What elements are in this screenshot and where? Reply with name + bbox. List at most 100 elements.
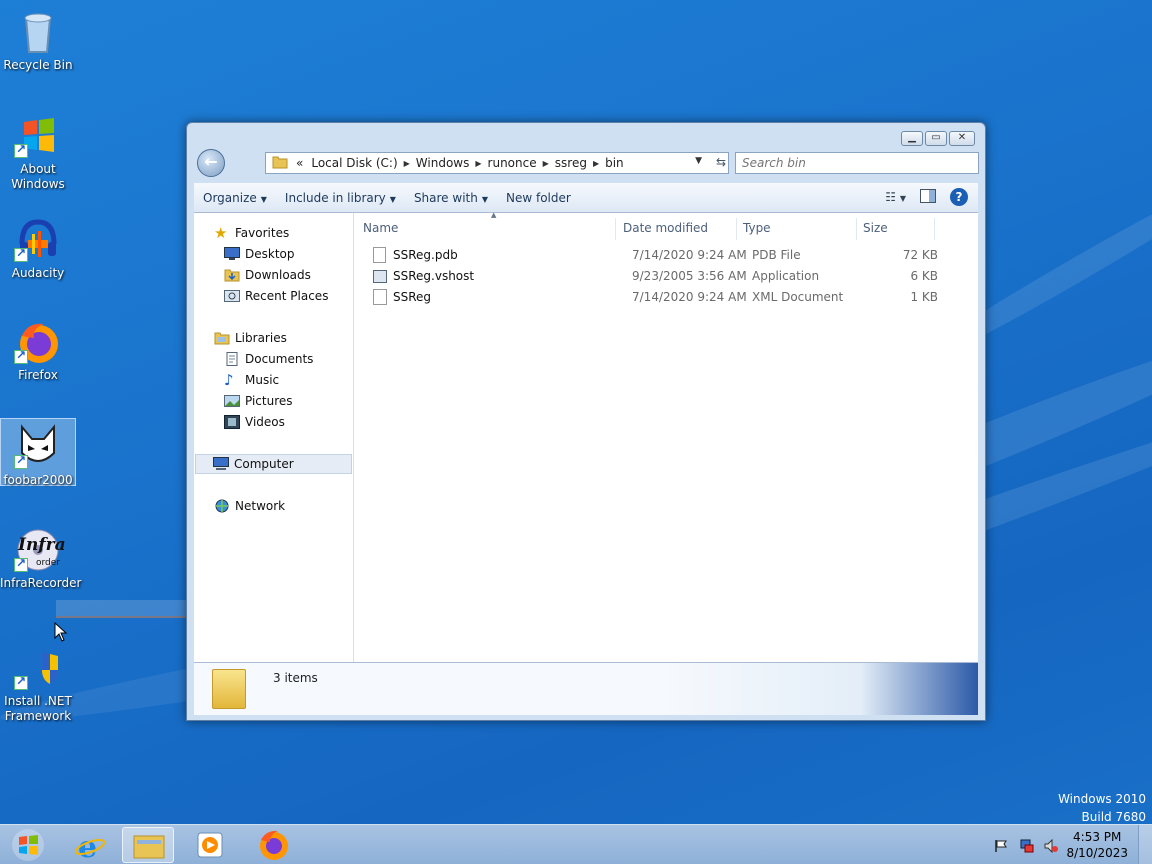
watermark-version: Windows 2010 xyxy=(1058,792,1146,806)
desktop-icon-install-dotnet[interactable]: Install .NET Framework xyxy=(0,640,76,724)
file-date: 9/23/2005 3:56 AM xyxy=(632,269,747,283)
back-button[interactable]: ← xyxy=(197,149,225,177)
file-name: SSReg.vshost xyxy=(393,269,475,283)
preview-pane-icon[interactable] xyxy=(920,188,936,206)
desktop-icon-audacity[interactable]: Audacity xyxy=(0,212,76,281)
nav-desktop-label: Desktop xyxy=(245,247,295,261)
desktop-icon-label: Firefox xyxy=(18,368,58,382)
nav-pictures-label: Pictures xyxy=(245,394,293,408)
nav-libraries[interactable]: Libraries xyxy=(214,328,287,348)
show-desktop-button[interactable] xyxy=(1138,825,1152,864)
desktop-icon-about-windows[interactable]: About Windows xyxy=(0,108,76,192)
taskbar-internet-explorer[interactable]: e xyxy=(64,827,116,864)
breadcrumb-chevron-icon[interactable]: ▶ xyxy=(541,159,551,168)
organize-button[interactable]: Organize ▼ xyxy=(194,191,276,205)
music-note-icon: ♪ xyxy=(224,371,234,389)
explorer-window[interactable]: ▁ ▭ ✕ ← « Local Disk (C:) ▶ Windows ▶ ru… xyxy=(186,122,986,721)
media-player-icon xyxy=(197,832,223,858)
maximize-button[interactable]: ▭ xyxy=(925,131,947,146)
internet-explorer-icon: e xyxy=(74,830,106,864)
file-size: 72 KB xyxy=(902,248,938,262)
infrarecorder-logo-text: Infra xyxy=(18,535,66,555)
close-button[interactable]: ✕ xyxy=(949,131,975,146)
item-count: 3 items xyxy=(273,671,318,685)
breadcrumb-ssreg[interactable]: ssreg xyxy=(551,156,591,170)
taskbar-media-player[interactable] xyxy=(184,827,236,863)
dotnet-installer-icon xyxy=(14,644,62,692)
system-clock[interactable]: 4:53 PM 8/10/2023 xyxy=(1066,829,1128,861)
computer-icon xyxy=(213,457,229,471)
taskbar-windows-explorer[interactable] xyxy=(122,827,174,863)
breadcrumb-bin[interactable]: bin xyxy=(601,156,628,170)
desktop-icon-infrarecorder[interactable]: Infra order InfraRecorder xyxy=(0,522,81,591)
address-dropdown-icon[interactable]: ▼ xyxy=(695,156,702,166)
desktop-icon-firefox[interactable]: Firefox xyxy=(0,314,76,383)
desktop-icon-label: Install .NET Framework xyxy=(4,694,72,723)
nav-recent-places[interactable]: Recent Places xyxy=(224,286,328,306)
dropdown-caret-icon: ▼ xyxy=(389,194,396,204)
network-icon xyxy=(214,499,230,513)
documents-icon xyxy=(224,352,240,366)
breadcrumb-chevron-icon[interactable]: ▶ xyxy=(402,159,412,168)
nav-downloads[interactable]: Downloads xyxy=(224,265,311,285)
nav-network[interactable]: Network xyxy=(214,496,285,516)
minimize-button[interactable]: ▁ xyxy=(901,131,923,146)
recent-places-icon xyxy=(224,289,240,303)
navigation-pane: ★ Favorites Desktop Downloads Recent Pla… xyxy=(194,213,354,662)
breadcrumb-local-disk[interactable]: Local Disk (C:) xyxy=(307,156,401,170)
folder-icon xyxy=(133,835,165,859)
star-icon: ★ xyxy=(214,224,228,242)
infrarecorder-icon: Infra order xyxy=(14,526,66,574)
action-center-flag-icon[interactable] xyxy=(994,839,1008,853)
nav-documents[interactable]: Documents xyxy=(224,349,313,369)
include-in-library-label: Include in library xyxy=(284,190,386,205)
nav-videos[interactable]: Videos xyxy=(224,412,285,432)
dropdown-caret-icon: ▼ xyxy=(481,194,488,204)
breadcrumb-overflow[interactable]: « xyxy=(292,156,307,170)
window-titlebar[interactable]: ▁ ▭ ✕ xyxy=(187,123,985,151)
command-toolbar: Organize ▼ Include in library ▼ Share with… xyxy=(194,183,978,213)
breadcrumb-chevron-icon[interactable]: ▶ xyxy=(591,159,601,168)
file-size: 6 KB xyxy=(910,269,938,283)
file-row[interactable]: SSReg.pdb 7/14/2020 9:24 AM PDB File 72 … xyxy=(355,245,938,265)
file-row[interactable]: SSReg.vshost 9/23/2005 3:56 AM Applicati… xyxy=(355,266,938,286)
videos-icon xyxy=(224,415,240,429)
refresh-icon[interactable]: ⇆ xyxy=(716,155,726,169)
os-watermark: Windows 2010 Build 7680 xyxy=(1058,790,1146,826)
help-icon[interactable]: ? xyxy=(950,188,968,206)
search-input[interactable] xyxy=(736,153,978,173)
taskbar-firefox[interactable] xyxy=(248,827,300,863)
column-header-name[interactable]: Name xyxy=(357,218,616,240)
desktop-icon-foobar2000[interactable]: foobar2000 xyxy=(0,418,76,487)
column-header-date-modified[interactable]: Date modified xyxy=(617,218,737,240)
desktop-icon-recycle-bin[interactable]: Recycle Bin xyxy=(0,4,76,73)
nav-libraries-label: Libraries xyxy=(235,331,287,345)
file-type: XML Document xyxy=(752,290,844,304)
search-box[interactable] xyxy=(735,152,979,174)
nav-favorites[interactable]: ★ Favorites xyxy=(214,223,289,243)
new-folder-button[interactable]: New folder xyxy=(497,191,580,205)
include-in-library-button[interactable]: Include in library ▼ xyxy=(276,191,405,205)
clock-date: 8/10/2023 xyxy=(1066,846,1128,860)
column-header-type[interactable]: Type xyxy=(737,218,857,240)
volume-muted-icon[interactable] xyxy=(1044,838,1058,854)
address-bar[interactable]: « Local Disk (C:) ▶ Windows ▶ runonce ▶ … xyxy=(265,152,729,174)
nav-pictures[interactable]: Pictures xyxy=(224,391,293,411)
desktop-icon-label: Audacity xyxy=(11,266,65,280)
nav-music[interactable]: ♪ Music xyxy=(224,370,279,390)
nav-computer[interactable]: Computer xyxy=(195,454,352,474)
start-button[interactable] xyxy=(6,827,50,863)
file-name: SSReg.pdb xyxy=(393,248,458,262)
file-row[interactable]: SSReg 7/14/2020 9:24 AM XML Document 1 K… xyxy=(355,287,938,307)
nav-desktop[interactable]: Desktop xyxy=(224,244,295,264)
view-options-icon[interactable]: ☷ ▼ xyxy=(885,190,906,204)
breadcrumb-runonce[interactable]: runonce xyxy=(484,156,541,170)
network-disconnected-icon[interactable] xyxy=(1020,839,1034,853)
breadcrumb-windows[interactable]: Windows xyxy=(412,156,474,170)
share-with-button[interactable]: Share with ▼ xyxy=(405,191,497,205)
nav-computer-label: Computer xyxy=(234,457,294,471)
column-header-size[interactable]: Size xyxy=(857,218,935,240)
file-type: Application xyxy=(752,269,820,283)
shortcut-arrow-icon xyxy=(14,348,28,364)
breadcrumb-chevron-icon[interactable]: ▶ xyxy=(473,159,483,168)
